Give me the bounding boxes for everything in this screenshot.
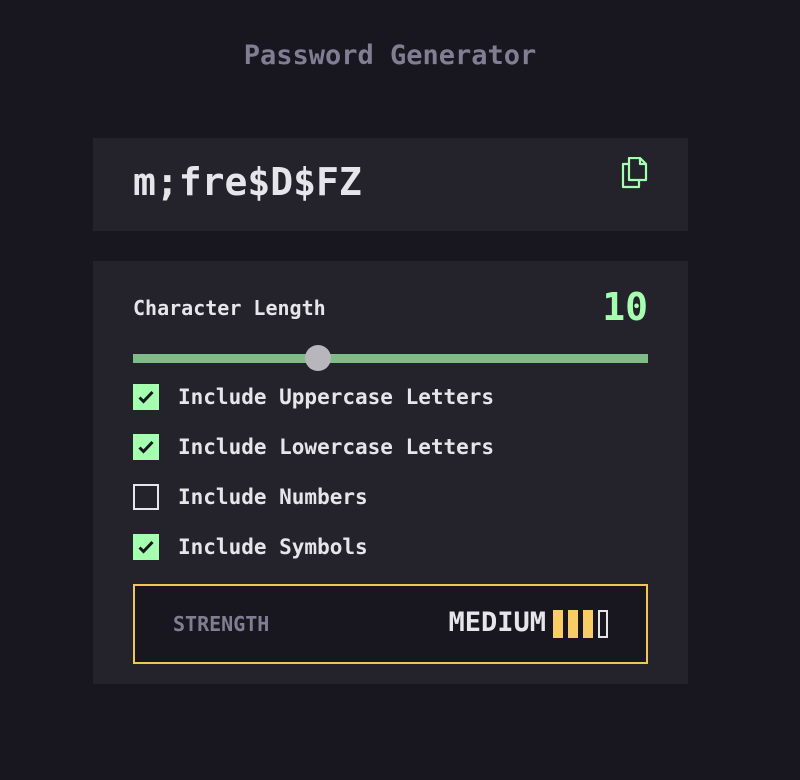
strength-level: MEDIUM xyxy=(448,607,546,638)
lowercase-checkbox[interactable] xyxy=(133,434,159,460)
numbers-label: Include Numbers xyxy=(178,485,368,509)
strength-bar xyxy=(568,610,578,638)
copy-icon[interactable] xyxy=(620,156,648,189)
option-uppercase[interactable]: Include Uppercase Letters xyxy=(133,383,494,411)
generated-password: m;fre$D$FZ xyxy=(133,160,362,204)
checkmark-icon xyxy=(138,440,154,454)
symbols-checkbox[interactable] xyxy=(133,534,159,560)
symbols-label: Include Symbols xyxy=(178,535,368,559)
strength-bars xyxy=(553,610,608,638)
option-numbers[interactable]: Include Numbers xyxy=(133,483,368,511)
option-lowercase[interactable]: Include Lowercase Letters xyxy=(133,433,494,461)
character-length-value: 10 xyxy=(602,285,648,329)
page-title: Password Generator xyxy=(243,40,537,71)
strength-bar xyxy=(598,610,608,638)
strength-label: STRENGTH xyxy=(173,612,270,636)
numbers-checkbox[interactable] xyxy=(133,484,159,510)
uppercase-label: Include Uppercase Letters xyxy=(178,385,495,409)
slider-thumb[interactable] xyxy=(305,345,332,371)
character-length-label: Character Length xyxy=(133,296,326,320)
password-output: m;fre$D$FZ xyxy=(93,138,688,231)
strength-bar xyxy=(583,610,593,638)
uppercase-checkbox[interactable] xyxy=(133,384,159,410)
character-length-slider[interactable] xyxy=(133,345,648,371)
checkmark-icon xyxy=(138,540,154,554)
lowercase-label: Include Lowercase Letters xyxy=(178,435,495,459)
strength-bar xyxy=(553,610,563,638)
checkmark-icon xyxy=(138,390,154,404)
settings-panel: Character Length 10 Include Uppercase Le… xyxy=(93,261,688,684)
strength-meter: STRENGTH MEDIUM xyxy=(133,584,648,664)
option-symbols[interactable]: Include Symbols xyxy=(133,533,368,561)
